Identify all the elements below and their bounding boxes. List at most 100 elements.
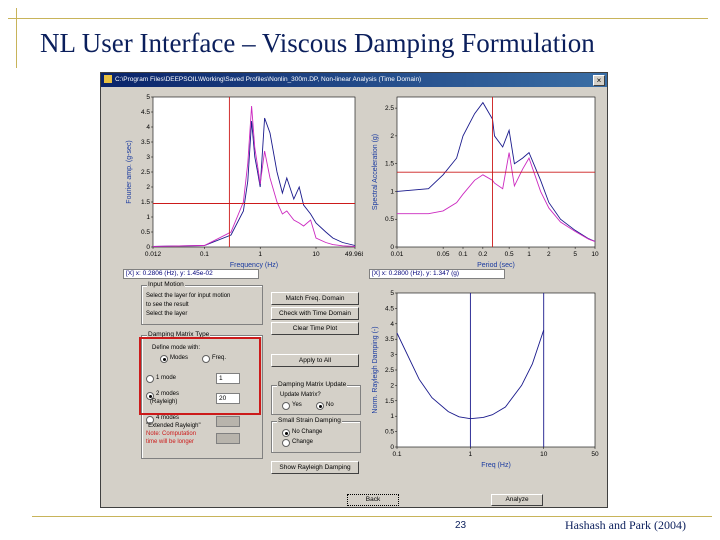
update-no-label: No	[326, 402, 334, 408]
spectral-plot-panel: 2.5 2 1.5 1 0.5 0 0.01 0.05 0.1 0.2 0.5 1 2 5 10 Period…	[369, 91, 605, 269]
citation: Hashash and Park (2004)	[565, 518, 686, 532]
match-freq-domain-button[interactable]: Match Freq. Domain	[271, 292, 359, 305]
fourier-y-tick-label-8: 1	[146, 214, 150, 221]
spectral-x-tick-label-5: 1	[527, 251, 531, 258]
damping-x-axis-label: Freq (Hz)	[481, 462, 511, 469]
fourier-y-tick-label-1: 4.5	[141, 109, 150, 116]
fourier-plot[interactable]: 5 4.5 4 3.5 3 2.5 2 1.5 1 0.5 00.012 0.1 1 10 49.968 Fr…	[123, 91, 365, 269]
fourier-x-tick-label-4: 49.968	[345, 251, 363, 258]
damping-y-tick-label-10: 0	[390, 444, 394, 451]
fourier-y-tick-label-4: 3	[146, 154, 150, 161]
check-time-domain-button[interactable]: Check with Time Domain	[271, 307, 359, 320]
fourier-y-tick-label-7: 1.5	[141, 199, 150, 206]
input-motion-line-1: Select the layer for input motion	[146, 293, 231, 299]
spectral-x-tick-label-6: 2	[547, 251, 551, 258]
update-no-radio[interactable]	[316, 402, 324, 410]
fourier-readout: [X] x: 0.2806 (Hz), y: 1.45e-02	[123, 269, 259, 279]
update-yes-label: Yes	[292, 402, 302, 408]
window-title: C:\Program Files\DEEPSOIL\Working\Saved …	[115, 76, 422, 83]
spectral-x-tick-label-8: 10	[591, 251, 599, 258]
damping-x-tick-label-0: 0.1	[392, 451, 401, 458]
change-label: Change	[292, 439, 314, 445]
window-titlebar: C:\Program Files\DEEPSOIL\Working\Saved …	[101, 73, 607, 87]
spectral-x-tick-label-7: 5	[573, 251, 577, 258]
fourier-y-axis-label: Fourier amp. (g-sec)	[126, 140, 133, 203]
slide-left-rule	[16, 8, 17, 68]
fourier-plot-panel: 5 4.5 4 3.5 3 2.5 2 1.5 1 0.5 0 0.012 0.1 1 10 49.968 Fr…	[123, 91, 365, 269]
spectral-x-tick-label-0: 0.01	[391, 251, 404, 258]
deepsoil-window: C:\Program Files\DEEPSOIL\Working\Saved …	[100, 72, 608, 508]
define-mode-highlight	[139, 337, 261, 415]
four-modes-label: 4 modes	[156, 415, 180, 421]
fourier-y-tick-label-6: 2	[146, 184, 150, 191]
fourier-x-tick-label-3: 10	[312, 251, 320, 258]
extended-rayleigh-label: "Extended Rayleigh"	[146, 423, 201, 429]
damping-update-group: Damping Matrix Update Update Matrix? Yes…	[271, 381, 361, 415]
fourier-plot-area	[152, 96, 356, 248]
spectral-y-tick-label-1: 2	[390, 133, 394, 140]
spectral-x-tick-label-4: 0.5	[505, 251, 514, 258]
spectral-readout: [X] x: 0.2800 (Hz), y: 1.347 (g)	[369, 269, 505, 279]
fourier-y-tick-label-9: 0.5	[141, 229, 150, 236]
spectral-y-tick-label-3: 1	[390, 188, 394, 195]
input-motion-line-3: Select the layer	[146, 311, 188, 317]
damping-plot-area	[396, 292, 596, 448]
change-radio[interactable]	[282, 439, 290, 447]
damping-x-tick-label-2: 10	[540, 451, 548, 458]
damping-y-tick-label-6: 2	[390, 382, 394, 389]
damping-y-tick-label-8: 1	[390, 413, 394, 420]
damping-y-tick-label-4: 3	[390, 352, 394, 359]
four-modes-input-2	[216, 433, 240, 444]
fourier-x-tick-label-1: 0.1	[200, 251, 209, 258]
fourier-y-tick-label-5: 2.5	[141, 169, 150, 176]
damping-x-tick-label-3: 50	[591, 451, 599, 458]
damping-y-axis-label: Norm. Rayleigh Damping (-)	[372, 326, 379, 413]
fourier-y-tick-label-3: 3.5	[141, 139, 150, 146]
apply-to-all-button[interactable]: Apply to All	[271, 354, 359, 367]
spectral-y-tick-label-2: 1.5	[385, 161, 394, 168]
no-change-radio[interactable]	[282, 429, 290, 437]
damping-y-tick-label-0: 5	[390, 290, 394, 297]
spectral-x-tick-label-3: 0.2	[478, 251, 487, 258]
app-icon	[104, 75, 112, 84]
analyze-button[interactable]: Analyze	[491, 494, 543, 506]
spectral-y-tick-label-5: 0	[390, 244, 394, 251]
clear-time-plot-button[interactable]: Clear Time Plot	[271, 322, 359, 335]
spectral-x-tick-label-2: 0.1	[458, 251, 467, 258]
input-motion-group: Input Motion Select the layer for input …	[141, 281, 263, 325]
fourier-y-tick-label-0: 5	[146, 94, 150, 101]
damping-plot-panel: 5 4.5 4 3.5 3 2.5 2 1.5 1 0.5 0 0.1 1 10 50 Freq (Hz) No…	[369, 287, 605, 469]
fourier-x-axis-label: Frequency (Hz)	[230, 262, 278, 269]
damping-plot[interactable]: 5 4.5 4 3.5 3 2.5 2 1.5 1 0.5 00.1 1 10 50 Freq (Hz) No…	[369, 287, 605, 469]
spectral-y-axis-label: Spectral Acceleration (g)	[372, 134, 379, 210]
four-modes-input-1	[216, 416, 240, 427]
small-strain-damping-label: Small Strain Damping	[277, 417, 342, 424]
computation-warning-1: Note: Computation	[146, 431, 197, 437]
update-yes-radio[interactable]	[282, 402, 290, 410]
fourier-y-tick-label-10: 0	[146, 244, 150, 251]
page-number: 23	[455, 520, 467, 531]
computation-warning-2: time will be longer	[146, 439, 195, 445]
damping-x-tick-label-1: 1	[469, 451, 473, 458]
update-matrix-question: Update Matrix?	[280, 392, 321, 398]
close-button[interactable]: ×	[593, 75, 605, 86]
input-motion-line-2: to see the result	[146, 302, 189, 308]
damping-y-tick-label-3: 3.5	[385, 336, 394, 343]
slide-bottom-rule	[32, 516, 712, 517]
damping-y-tick-label-1: 4.5	[385, 305, 394, 312]
spectral-y-tick-label-0: 2.5	[385, 105, 394, 112]
spectral-plot[interactable]: 2.5 2 1.5 1 0.5 00.01 0.05 0.1 0.2 0.5 1 2 5 10 Period…	[369, 91, 605, 269]
damping-y-tick-label-5: 2.5	[385, 367, 394, 374]
damping-update-group-label: Damping Matrix Update	[277, 381, 348, 388]
spectral-y-tick-label-4: 0.5	[385, 216, 394, 223]
spectral-x-axis-label: Period (sec)	[477, 262, 515, 269]
damping-y-tick-label-2: 4	[390, 321, 394, 328]
show-rayleigh-damping-button[interactable]: Show Rayleigh Damping	[271, 461, 359, 474]
fourier-x-tick-label-0: 0.012	[145, 251, 162, 258]
damping-y-tick-label-9: 0.5	[385, 429, 394, 436]
spectral-x-tick-label-1: 0.05	[437, 251, 450, 258]
back-button[interactable]: Back	[347, 494, 399, 506]
input-motion-group-label: Input Motion	[147, 281, 185, 288]
slide-title: NL User Interface – Viscous Damping Form…	[40, 28, 595, 58]
fourier-x-tick-label-2: 1	[258, 251, 262, 258]
